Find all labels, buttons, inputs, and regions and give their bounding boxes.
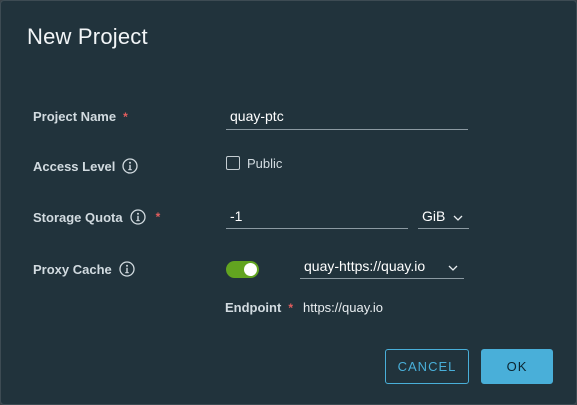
storage-quota-label-text: Storage Quota xyxy=(33,209,123,225)
project-name-label: Project Name * xyxy=(33,109,128,124)
endpoint-value: https://quay.io xyxy=(303,300,383,315)
chevron-down-icon xyxy=(448,260,458,276)
quota-unit-select[interactable]: GiB xyxy=(418,208,469,229)
proxy-cache-toggle[interactable] xyxy=(226,261,259,278)
ok-button[interactable]: OK xyxy=(481,349,553,384)
chevron-down-icon xyxy=(453,210,463,226)
access-level-label: Access Level xyxy=(33,158,139,174)
info-icon[interactable] xyxy=(119,261,135,277)
endpoint-label-text: Endpoint xyxy=(225,300,282,315)
endpoint-label: Endpoint * xyxy=(225,300,293,315)
required-mark: * xyxy=(155,210,161,224)
project-name-input[interactable] xyxy=(226,108,468,130)
public-checkbox-label[interactable]: Public xyxy=(247,156,282,171)
info-icon[interactable] xyxy=(129,209,146,225)
new-project-dialog: New Project Project Name * Access Level … xyxy=(0,0,577,405)
storage-quota-label: Storage Quota * xyxy=(33,209,160,225)
dialog-title: New Project xyxy=(27,24,148,49)
access-level-label-text: Access Level xyxy=(33,158,116,174)
project-name-label-text: Project Name xyxy=(33,109,117,124)
proxy-cache-label: Proxy Cache xyxy=(33,261,135,277)
required-mark: * xyxy=(123,109,128,124)
storage-quota-input[interactable] xyxy=(226,208,408,229)
required-mark: * xyxy=(288,300,293,315)
toggle-knob xyxy=(244,263,257,276)
proxy-registry-select[interactable]: quay-https://quay.io xyxy=(300,258,464,279)
quota-unit-value: GiB xyxy=(422,208,446,224)
cancel-button[interactable]: CANCEL xyxy=(385,349,469,384)
public-checkbox[interactable] xyxy=(226,156,240,170)
proxy-registry-value: quay-https://quay.io xyxy=(304,258,426,274)
proxy-cache-label-text: Proxy Cache xyxy=(33,261,112,277)
info-icon[interactable] xyxy=(122,158,139,174)
